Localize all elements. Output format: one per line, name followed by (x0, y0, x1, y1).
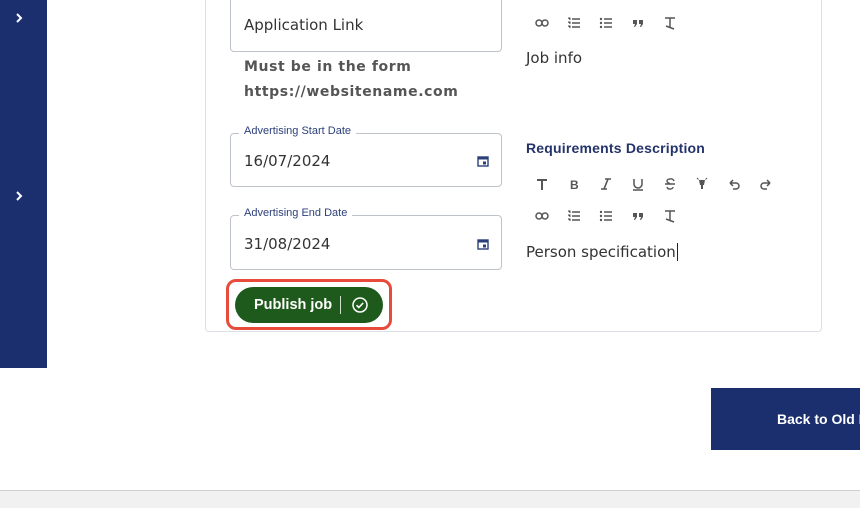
application-link-field[interactable]: Application Link (230, 0, 502, 52)
strikethrough-icon[interactable] (661, 175, 679, 193)
undo-icon[interactable] (725, 175, 743, 193)
bullet-list-icon[interactable] (597, 207, 615, 225)
bold-icon[interactable]: B (565, 175, 583, 193)
job-info-editor-text[interactable]: Job info (526, 49, 582, 67)
start-date-value: 16/07/2024 (244, 152, 331, 170)
highlight-icon[interactable] (693, 175, 711, 193)
start-date-label: Advertising Start Date (239, 125, 356, 137)
quote-icon[interactable] (629, 14, 647, 32)
advertising-end-date-field[interactable]: Advertising End Date 31/08/2024 (230, 207, 502, 270)
chevron-right-icon[interactable] (10, 9, 28, 27)
clear-format-icon[interactable] (661, 14, 679, 32)
sidebar (0, 0, 47, 368)
ordered-list-icon[interactable] (565, 14, 583, 32)
italic-icon[interactable] (597, 175, 615, 193)
link-format-hint: Must be in the form (244, 59, 412, 75)
chevron-right-icon[interactable] (10, 187, 28, 205)
application-link-placeholder: Application Link (244, 16, 364, 34)
button-divider (340, 296, 341, 314)
end-date-label: Advertising End Date (239, 207, 353, 219)
text-size-icon[interactable] (533, 175, 551, 193)
publish-job-label: Publish job (254, 297, 333, 313)
check-circle-icon (351, 296, 369, 314)
calendar-icon[interactable] (477, 154, 489, 167)
advertising-start-date-field[interactable]: Advertising Start Date 16/07/2024 (230, 125, 502, 187)
clear-format-icon[interactable] (661, 207, 679, 225)
back-to-old-layout-button[interactable]: Back to Old L (711, 388, 860, 450)
requirements-editor-text[interactable]: Person specification (526, 243, 678, 261)
bullet-list-icon[interactable] (597, 14, 615, 32)
link-icon[interactable] (533, 14, 551, 32)
underline-icon[interactable] (629, 175, 647, 193)
svg-text:B: B (570, 178, 579, 191)
back-button-label: Back to Old L (777, 411, 860, 427)
redo-icon[interactable] (757, 175, 775, 193)
bottom-bar (0, 490, 860, 508)
publish-job-button[interactable]: Publish job (235, 287, 383, 323)
requirements-description-title: Requirements Description (526, 140, 706, 156)
link-icon[interactable] (533, 207, 551, 225)
ordered-list-icon[interactable] (565, 207, 583, 225)
link-format-example: https://websitename.com (244, 84, 459, 100)
end-date-value: 31/08/2024 (244, 235, 331, 253)
quote-icon[interactable] (629, 207, 647, 225)
calendar-icon[interactable] (477, 237, 489, 250)
